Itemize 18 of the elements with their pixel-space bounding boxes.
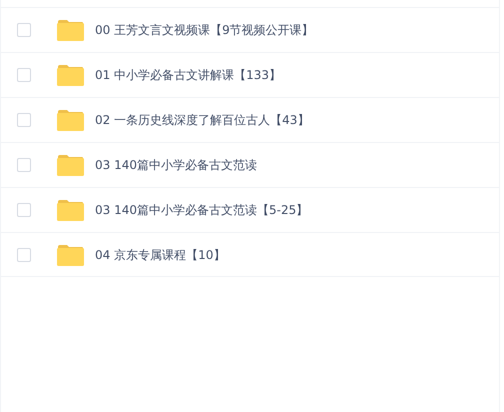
folder-icon — [57, 244, 84, 266]
folder-name[interactable]: 02 一条历史线深度了解百位古人【43】 — [95, 111, 310, 129]
folder-name[interactable]: 00 王芳文言文视频课【9节视频公开课】 — [95, 21, 314, 39]
checkbox[interactable] — [17, 248, 31, 262]
folder-name[interactable]: 03 140篇中小学必备古文范读 — [95, 156, 257, 174]
folder-icon — [57, 64, 84, 86]
folder-name[interactable]: 01 中小学必备古文讲解课【133】 — [95, 66, 281, 84]
checkbox[interactable] — [17, 68, 31, 82]
folder-icon — [57, 199, 84, 221]
checkbox[interactable] — [17, 203, 31, 217]
folder-icon — [57, 19, 84, 41]
folder-icon — [57, 154, 84, 176]
folder-icon — [57, 109, 84, 131]
checkbox[interactable] — [17, 23, 31, 37]
checkbox[interactable] — [17, 158, 31, 172]
folder-name[interactable]: 03 140篇中小学必备古文范读【5-25】 — [95, 201, 308, 219]
folder-name[interactable]: 04 京东专属课程【10】 — [95, 246, 226, 264]
checkbox[interactable] — [17, 113, 31, 127]
